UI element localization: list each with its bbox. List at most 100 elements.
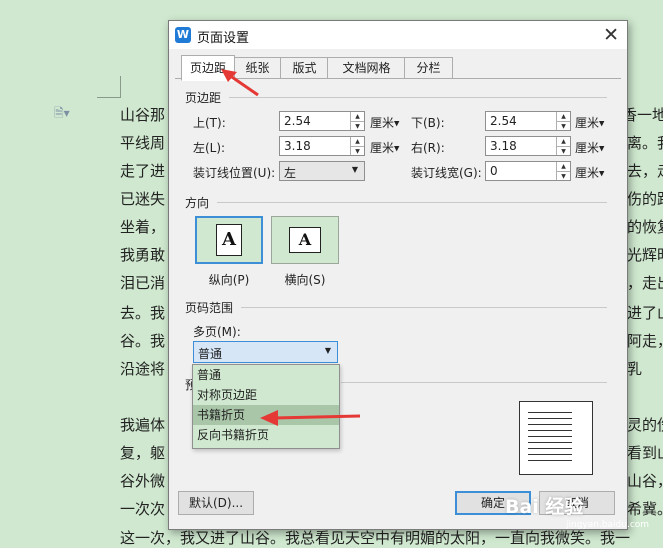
- spin-arrows[interactable]: ▲ ▼: [556, 137, 570, 155]
- bottom-margin-unit-select[interactable]: 厘米▼: [575, 114, 604, 131]
- multiple-pages-select[interactable]: 普通 ▼: [193, 341, 338, 363]
- paragraph-icon[interactable]: 🗎▾: [54, 104, 70, 125]
- bottom-margin-label: 下(B):: [411, 116, 445, 130]
- bottom-margin-value: 2.54: [490, 114, 517, 128]
- section-divider: [217, 202, 607, 203]
- gutter-position-value: 左: [284, 166, 297, 180]
- dropdown-option-book-fold[interactable]: 书籍折页: [193, 405, 339, 425]
- spin-down-icon[interactable]: ▼: [557, 122, 570, 131]
- margin-corner-mark: [97, 97, 121, 98]
- spin-down-icon[interactable]: ▼: [351, 122, 364, 131]
- doc-line: 沿途将: [120, 360, 166, 378]
- spin-arrows[interactable]: ▲ ▼: [350, 137, 364, 155]
- doc-line: 坐着，: [120, 218, 166, 236]
- portrait-page-icon: A: [216, 224, 242, 256]
- close-icon[interactable]: ✕: [603, 24, 619, 46]
- spin-up-icon[interactable]: ▲: [351, 112, 364, 122]
- gutter-width-value: 0: [490, 164, 498, 178]
- chevron-down-icon: ▼: [394, 119, 400, 128]
- top-margin-unit-select[interactable]: 厘米▼: [370, 114, 399, 131]
- spin-up-icon[interactable]: ▲: [557, 162, 570, 172]
- margins-section-label: 页边距: [185, 91, 222, 105]
- right-margin-input[interactable]: 3.18 ▲ ▼: [485, 136, 571, 156]
- left-margin-unit-select[interactable]: 厘米▼: [370, 139, 399, 156]
- landscape-page-icon: A: [289, 227, 321, 253]
- unit-label: 厘米: [575, 166, 600, 180]
- multiple-pages-label: 多页(M):: [193, 325, 241, 339]
- doc-line-fragment: 离。我: [627, 134, 663, 152]
- preview-text-line: [528, 424, 572, 425]
- tab-layout[interactable]: 版式: [280, 57, 329, 80]
- preview-text-line: [528, 436, 572, 437]
- doc-line-fragment: 阿走，: [627, 332, 663, 350]
- doc-line-fragment: 去，走: [627, 162, 663, 180]
- spin-up-icon[interactable]: ▲: [557, 112, 570, 122]
- doc-line: 去。我: [120, 304, 166, 322]
- spin-arrows[interactable]: ▲ ▼: [556, 162, 570, 180]
- right-margin-unit-select[interactable]: 厘米▼: [575, 139, 604, 156]
- preview-text-line: [528, 418, 572, 419]
- doc-line: 复，躯: [120, 444, 166, 462]
- page-setup-dialog: W 页面设置 ✕ 页边距 纸张 版式 文档网格 分栏 页边距 上(T): 2.5…: [168, 20, 628, 530]
- chevron-down-icon: ▼: [599, 144, 605, 153]
- tab-columns[interactable]: 分栏: [404, 57, 453, 80]
- doc-line-fragment: ，走出: [627, 274, 663, 292]
- left-margin-input[interactable]: 3.18 ▲ ▼: [279, 136, 365, 156]
- left-margin-value: 3.18: [284, 139, 311, 153]
- top-margin-label: 上(T):: [193, 116, 226, 130]
- landscape-option[interactable]: A: [271, 216, 339, 264]
- spin-down-icon[interactable]: ▼: [557, 147, 570, 156]
- page-range-section-label: 页码范围: [185, 301, 234, 315]
- gutter-width-unit-select[interactable]: 厘米▼: [575, 164, 604, 181]
- spin-arrows[interactable]: ▲ ▼: [556, 112, 570, 130]
- spin-down-icon[interactable]: ▼: [557, 172, 570, 181]
- doc-line: 我勇敢: [120, 246, 166, 264]
- default-button[interactable]: 默认(D)...: [178, 491, 254, 515]
- spin-up-icon[interactable]: ▲: [557, 137, 570, 147]
- doc-line-fragment: 的恢复: [627, 218, 663, 236]
- tab-margins[interactable]: 页边距: [181, 55, 235, 81]
- gutter-width-label: 装订线宽(G):: [411, 166, 482, 180]
- portrait-label[interactable]: 纵向(P): [195, 271, 263, 288]
- doc-line-fragment: 灵的伤: [627, 416, 663, 434]
- chevron-down-icon: ▼: [351, 165, 358, 174]
- landscape-label[interactable]: 横向(S): [271, 271, 339, 288]
- tab-document-grid[interactable]: 文档网格: [327, 57, 406, 80]
- doc-line: 一次次: [120, 500, 166, 518]
- dropdown-option-normal[interactable]: 普通: [193, 365, 339, 385]
- dropdown-option-reverse-book-fold[interactable]: 反向书籍折页: [193, 425, 339, 445]
- chevron-down-icon: ▼: [324, 346, 331, 355]
- unit-label: 厘米: [575, 141, 600, 155]
- unit-label: 厘米: [370, 116, 395, 130]
- portrait-option[interactable]: A: [195, 216, 263, 264]
- chevron-down-icon: ▼: [599, 119, 605, 128]
- margin-corner-mark-vertical: [120, 76, 121, 98]
- preview-page: [519, 401, 593, 475]
- top-margin-input[interactable]: 2.54 ▲ ▼: [279, 111, 365, 131]
- doc-line: 我遍体: [120, 416, 166, 434]
- doc-line: 谷。我: [120, 332, 166, 350]
- section-divider: [229, 97, 607, 98]
- spin-arrows[interactable]: ▲ ▼: [350, 112, 364, 130]
- preview-text-line: [528, 448, 572, 449]
- right-margin-value: 3.18: [490, 139, 517, 153]
- doc-line: 山谷那: [120, 106, 166, 124]
- dropdown-option-mirror-margins[interactable]: 对称页边距: [193, 385, 339, 405]
- doc-line-fragment: 光辉时: [627, 246, 663, 264]
- dialog-titlebar[interactable]: W 页面设置 ✕: [169, 21, 627, 49]
- doc-line-fragment: 乳: [627, 360, 643, 378]
- bottom-margin-input[interactable]: 2.54 ▲ ▼: [485, 111, 571, 131]
- preview-text-line: [528, 430, 572, 431]
- tab-paper[interactable]: 纸张: [233, 57, 282, 80]
- doc-line-fragment: 山谷，: [627, 472, 663, 490]
- wps-app-icon: W: [175, 27, 191, 43]
- spin-up-icon[interactable]: ▲: [351, 137, 364, 147]
- unit-label: 厘米: [575, 116, 600, 130]
- gutter-width-input[interactable]: 0 ▲ ▼: [485, 161, 571, 181]
- gutter-position-select[interactable]: 左 ▼: [279, 161, 365, 181]
- doc-line: 已迷失: [120, 190, 166, 208]
- doc-line: 平线周: [120, 134, 166, 152]
- dialog-title: 页面设置: [197, 31, 250, 46]
- multiple-pages-dropdown: 普通 对称页边距 书籍折页 反向书籍折页: [192, 364, 340, 449]
- spin-down-icon[interactable]: ▼: [351, 147, 364, 156]
